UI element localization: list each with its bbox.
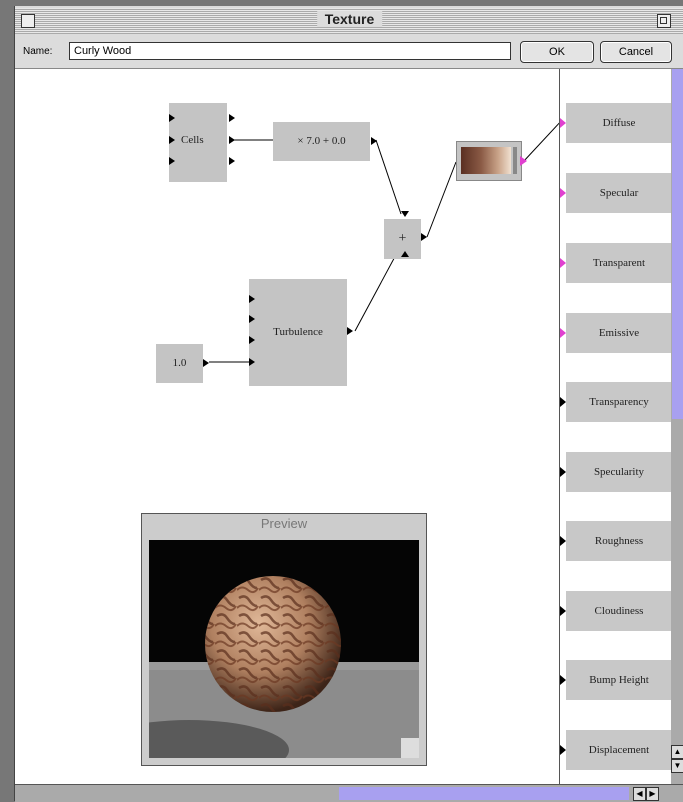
vertical-scroll-thumb[interactable]: [672, 69, 683, 419]
constant-node[interactable]: 1.0: [156, 344, 209, 383]
port-bump-height[interactable]: Bump Height: [560, 660, 672, 700]
cells-output-port[interactable]: [229, 114, 235, 122]
node-graph-canvas[interactable]: Cells × 7.0 + 0.0 + Turbulence 1.0 Previ…: [15, 69, 559, 784]
port-label: Roughness: [594, 535, 644, 547]
gradient-output-port[interactable]: [520, 155, 532, 167]
name-input[interactable]: Curly Wood: [69, 42, 511, 60]
preview-render: [149, 540, 419, 758]
vertical-scrollbar[interactable]: ▲ ▼: [671, 69, 683, 784]
turbulence-output-port[interactable]: [347, 327, 353, 335]
window-title: Texture: [316, 11, 383, 27]
scroll-left-icon[interactable]: ◀: [633, 787, 646, 801]
connector-icon: [560, 606, 566, 616]
connector-icon: [560, 745, 566, 755]
connector-icon: [560, 188, 566, 198]
add-node-ports: [401, 211, 427, 257]
cells-input-port[interactable]: [169, 157, 175, 165]
port-label: Diffuse: [602, 117, 636, 129]
close-box[interactable]: [21, 14, 35, 28]
port-label: Displacement: [588, 744, 650, 756]
connector-icon: [560, 258, 566, 268]
wood-sphere-render: [149, 576, 419, 758]
constant-value: 1.0: [172, 357, 187, 369]
turbulence-input-port[interactable]: [249, 315, 255, 323]
port-cloudiness[interactable]: Cloudiness: [560, 591, 672, 631]
turbulence-node[interactable]: Turbulence: [249, 279, 353, 386]
cells-input-port[interactable]: [169, 136, 175, 144]
turbulence-input-port[interactable]: [249, 295, 255, 303]
port-label: Bump Height: [589, 674, 649, 686]
constant-output-port[interactable]: [203, 359, 209, 367]
port-emissive[interactable]: Emissive: [560, 313, 672, 353]
gradient-swatch: [461, 147, 511, 174]
scroll-right-icon[interactable]: ▶: [646, 787, 659, 801]
port-diffuse[interactable]: Diffuse: [560, 103, 672, 143]
zoom-box[interactable]: [657, 14, 671, 28]
scroll-down-icon[interactable]: ▼: [671, 759, 683, 773]
ok-button[interactable]: OK: [520, 41, 594, 63]
port-label: Cloudiness: [594, 605, 644, 617]
port-displacement[interactable]: Displacement: [560, 730, 672, 770]
connector-icon: [560, 118, 566, 128]
connector-icon: [560, 675, 566, 685]
cells-output-port[interactable]: [229, 136, 235, 144]
preview-title: Preview: [260, 516, 308, 531]
port-transparent[interactable]: Transparent: [560, 243, 672, 283]
turbulence-input-port[interactable]: [249, 336, 255, 344]
port-specular[interactable]: Specular: [560, 173, 672, 213]
port-label: Transparency: [589, 396, 649, 408]
title-bar[interactable]: Texture: [15, 8, 683, 34]
connector-icon: [560, 536, 566, 546]
name-label: Name:: [23, 46, 53, 57]
port-label: Specularity: [593, 466, 645, 478]
cells-node[interactable]: Cells: [169, 103, 235, 182]
texture-window: Texture Name: Curly Wood OK Cancel Cells…: [14, 6, 683, 802]
gradient-handle: [513, 147, 517, 174]
scale-offset-label: × 7.0 + 0.0: [297, 135, 346, 147]
output-ports-panel: Diffuse Specular Transparent Emissive Tr…: [559, 69, 672, 784]
port-label: Specular: [599, 187, 639, 199]
connector-icon: [560, 467, 566, 477]
horizontal-scrollbar[interactable]: ◀ ▶: [15, 784, 683, 802]
scroll-up-icon[interactable]: ▲: [671, 745, 683, 759]
port-specularity[interactable]: Specularity: [560, 452, 672, 492]
cells-label: Cells: [181, 134, 204, 146]
scale-offset-node[interactable]: × 7.0 + 0.0: [273, 122, 377, 161]
cells-input-port[interactable]: [169, 114, 175, 122]
turbulence-input-port[interactable]: [249, 358, 255, 366]
connector-icon: [560, 328, 566, 338]
port-roughness[interactable]: Roughness: [560, 521, 672, 561]
turbulence-label: Turbulence: [273, 326, 323, 338]
color-gradient-node[interactable]: [456, 141, 522, 181]
port-label: Emissive: [598, 327, 640, 339]
port-transparency[interactable]: Transparency: [560, 382, 672, 422]
horizontal-scroll-thumb[interactable]: [339, 787, 629, 800]
scale-output-port[interactable]: [371, 137, 377, 145]
cancel-button[interactable]: Cancel: [600, 41, 672, 63]
cells-output-port[interactable]: [229, 157, 235, 165]
port-label: Transparent: [592, 257, 646, 269]
connector-icon: [560, 397, 566, 407]
preview-panel: Preview: [141, 513, 427, 766]
name-bar: Name: Curly Wood OK Cancel: [15, 36, 683, 69]
